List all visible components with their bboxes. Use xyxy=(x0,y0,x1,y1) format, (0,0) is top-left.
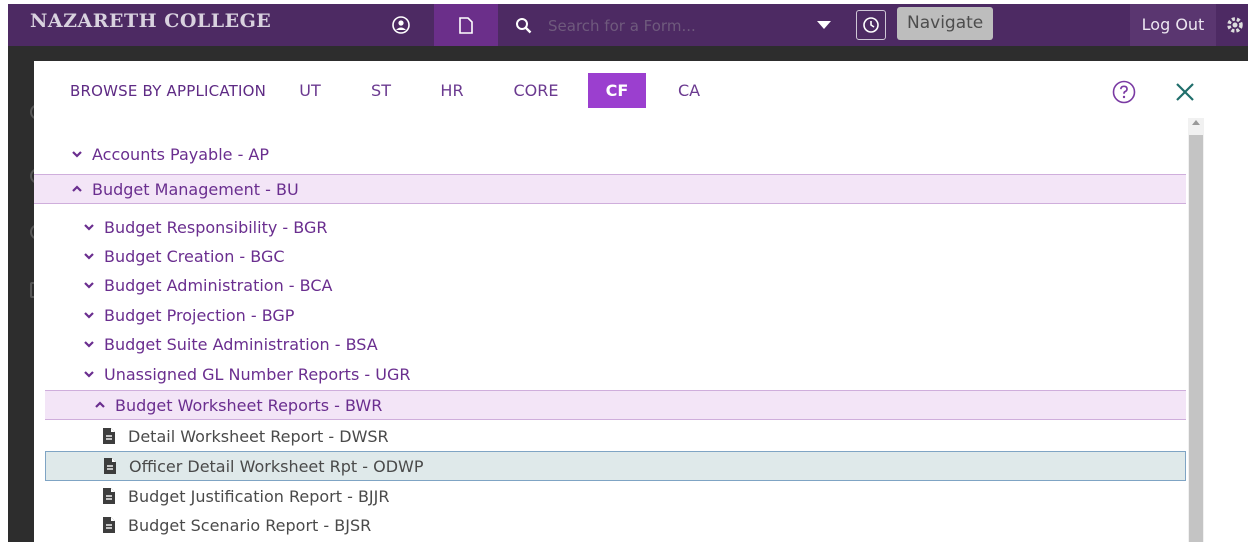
chevron-up-icon xyxy=(95,401,105,408)
tree-item-detail-worksheet-report[interactable]: Detail Worksheet Report - DWSR xyxy=(34,421,1186,451)
user-icon[interactable] xyxy=(388,4,414,46)
chevron-down-icon[interactable] xyxy=(814,4,834,46)
tree-item-budget-scenario-report[interactable]: Budget Scenario Report - BJSR xyxy=(34,510,1186,540)
chevron-down-icon xyxy=(84,224,94,231)
chevron-down-icon xyxy=(84,282,94,289)
logout-button[interactable]: Log Out xyxy=(1130,4,1216,46)
tree-item-budget-management[interactable]: Budget Management - BU xyxy=(34,174,1186,204)
scroll-thumb[interactable] xyxy=(1189,135,1203,542)
file-icon xyxy=(103,517,115,533)
tab-ca[interactable]: CA xyxy=(669,73,709,108)
tree-item-label: Unassigned GL Number Reports - UGR xyxy=(104,364,411,384)
chevron-down-icon xyxy=(84,312,94,319)
tree-item-label: Budget Projection - BGP xyxy=(104,305,295,325)
tree-item-label: Budget Worksheet Reports - BWR xyxy=(115,395,383,415)
tree-item-label: Budget Suite Administration - BSA xyxy=(104,334,378,354)
tab-st[interactable]: ST xyxy=(362,73,400,108)
tree-item-budget-suite-administration[interactable]: Budget Suite Administration - BSA xyxy=(34,329,1186,359)
tab-hr[interactable]: HR xyxy=(433,73,471,108)
tree-item-budget-creation[interactable]: Budget Creation - BGC xyxy=(34,241,1186,271)
tree-item-budget-justification-report[interactable]: Budget Justification Report - BJJR xyxy=(34,481,1186,511)
search-icon[interactable] xyxy=(508,4,538,46)
history-icon[interactable] xyxy=(856,10,886,40)
tree-item-budget-responsibility[interactable]: Budget Responsibility - BGR xyxy=(34,212,1186,242)
tree-item-label: Budget Creation - BGC xyxy=(104,246,285,266)
tab-cf[interactable]: CF xyxy=(588,73,646,108)
top-bar: NAZARETH COLLEGE Navigate Log Out xyxy=(8,4,1248,46)
help-icon[interactable] xyxy=(1112,80,1136,104)
tree-item-officer-detail-worksheet[interactable]: Officer Detail Worksheet Rpt - ODWP xyxy=(45,451,1186,481)
tree-item-accounts-payable[interactable]: Accounts Payable - AP xyxy=(34,139,1186,169)
close-icon[interactable] xyxy=(1174,81,1196,103)
file-icon xyxy=(104,458,116,474)
tree-item-label: Budget Justification Report - BJJR xyxy=(128,486,390,506)
search-input[interactable] xyxy=(546,14,810,38)
chevron-down-icon xyxy=(72,151,82,158)
browse-modal: BROWSE BY APPLICATION UT ST HR CORE CF C… xyxy=(34,61,1248,542)
tree-item-label: Budget Responsibility - BGR xyxy=(104,217,328,237)
chevron-down-icon xyxy=(84,253,94,260)
tree-item-label: Budget Scenario Report - BJSR xyxy=(128,515,372,535)
brand-logo: NAZARETH COLLEGE xyxy=(30,10,272,32)
gear-icon[interactable] xyxy=(1222,4,1248,46)
tree-item-budget-projection[interactable]: Budget Projection - BGP xyxy=(34,300,1186,330)
navigate-button[interactable]: Navigate xyxy=(897,7,994,40)
tree-item-label: Budget Management - BU xyxy=(92,179,299,199)
tree-item-label: Officer Detail Worksheet Rpt - ODWP xyxy=(129,456,424,476)
browse-by-application-label: BROWSE BY APPLICATION xyxy=(70,82,267,100)
tab-ut[interactable]: UT xyxy=(291,73,329,108)
tree-item-unassigned-gl-reports[interactable]: Unassigned GL Number Reports - UGR xyxy=(34,359,1186,389)
tab-core[interactable]: CORE xyxy=(504,73,568,108)
chevron-down-icon xyxy=(84,341,94,348)
tree-item-budget-administration[interactable]: Budget Administration - BCA xyxy=(34,270,1186,300)
file-icon xyxy=(103,428,115,444)
file-icon xyxy=(103,488,115,504)
document-icon[interactable] xyxy=(434,4,498,46)
scrollbar[interactable] xyxy=(1188,118,1204,542)
tree-item-label: Detail Worksheet Report - DWSR xyxy=(128,426,389,446)
tree-item-budget-worksheet-reports[interactable]: Budget Worksheet Reports - BWR xyxy=(45,390,1186,420)
scroll-up-arrow[interactable] xyxy=(1192,120,1200,125)
chevron-down-icon xyxy=(84,371,94,378)
chevron-up-icon xyxy=(72,185,82,192)
tree-item-label: Budget Administration - BCA xyxy=(104,275,333,295)
tree-item-label: Accounts Payable - AP xyxy=(92,144,270,164)
